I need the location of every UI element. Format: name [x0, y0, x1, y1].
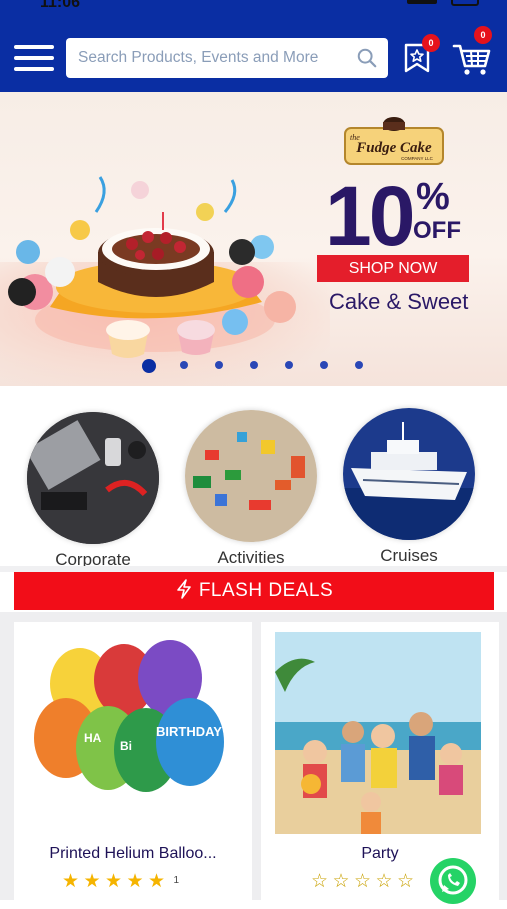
logo-brand-text: Fudge Cake	[355, 140, 432, 156]
wishlist-button[interactable]: 0	[402, 34, 440, 74]
category-cruises[interactable]: Cruises	[341, 408, 477, 566]
carousel-indicator	[142, 359, 372, 373]
whatsapp-button[interactable]	[430, 858, 476, 904]
lightning-icon	[177, 579, 191, 599]
product-grid: BIRTHDAY Bi HA Printed Helium Balloo... …	[0, 612, 507, 900]
category-label: Cruises	[380, 546, 438, 565]
discount-text: 10 % OFF	[325, 174, 461, 258]
product-title: Printed Helium Balloo...	[49, 845, 217, 862]
promo-banner[interactable]: the Fudge Cake COMPANY LLC 10 % OFF SHOP…	[0, 92, 507, 386]
carousel-dot[interactable]	[180, 361, 188, 369]
category-activities[interactable]: Activities	[183, 410, 319, 568]
star-empty-icon: ☆	[397, 871, 415, 892]
cart-button[interactable]: 0	[452, 26, 492, 78]
star-empty-icon: ☆	[354, 871, 372, 892]
cruises-image	[343, 408, 475, 540]
flash-deals-bar[interactable]: FLASH DEALS	[14, 572, 494, 610]
star-filled-icon: ★	[105, 871, 123, 892]
cart-icon	[452, 44, 491, 75]
star-empty-icon: ☆	[311, 871, 329, 892]
category-row: Corporate Activities Cruises	[0, 400, 507, 569]
battery-icon	[451, 0, 479, 6]
search-input[interactable]	[78, 38, 348, 78]
carousel-dot[interactable]	[215, 361, 223, 369]
svg-text:HA: HA	[84, 731, 102, 745]
product-image-party	[275, 632, 481, 834]
category-label: Activities	[217, 548, 285, 567]
status-time: 11:06	[40, 0, 81, 11]
signal-icon	[407, 0, 437, 4]
discount-off: OFF	[413, 217, 461, 244]
shop-now-button[interactable]: SHOP NOW	[317, 255, 469, 282]
product-rating: ☆ ☆ ☆ ☆ ☆	[311, 872, 414, 892]
category-corporate[interactable]: Corporate	[25, 412, 161, 570]
product-card[interactable]: BIRTHDAY Bi HA Printed Helium Balloo... …	[14, 622, 252, 900]
star-empty-icon: ☆	[332, 871, 350, 892]
carousel-dot[interactable]	[285, 361, 293, 369]
discount-number: 10	[325, 169, 415, 263]
star-empty-icon: ☆	[375, 871, 393, 892]
flash-deals-label: FLASH DEALS	[198, 580, 334, 601]
fudge-cake-logo: the Fudge Cake COMPANY LLC	[344, 117, 444, 165]
banner-caption: Cake & Sweet	[329, 289, 469, 314]
carousel-dot[interactable]	[320, 361, 328, 369]
search-icon[interactable]	[356, 47, 378, 69]
search-bar[interactable]	[66, 38, 388, 78]
star-filled-icon: ★	[62, 871, 80, 892]
product-image-balloons: BIRTHDAY Bi HA	[28, 632, 234, 834]
logo-sub-text: COMPANY LLC	[401, 156, 434, 161]
activities-image	[185, 410, 317, 542]
menu-icon[interactable]	[14, 45, 56, 75]
star-filled-icon: ★	[126, 871, 144, 892]
discount-symbol: %	[416, 176, 450, 218]
whatsapp-icon	[438, 865, 468, 895]
svg-text:BIRTHDAY: BIRTHDAY	[156, 724, 222, 739]
carousel-dot[interactable]	[142, 359, 156, 373]
star-filled-icon: ★	[148, 871, 166, 892]
corporate-image	[27, 412, 159, 544]
wishlist-count-badge: 0	[422, 34, 440, 52]
cake-illustration	[8, 176, 296, 358]
carousel-dot[interactable]	[355, 361, 363, 369]
svg-text:Bi: Bi	[120, 739, 132, 753]
star-filled-icon: ★	[83, 871, 101, 892]
status-bar: 11:06	[0, 0, 507, 18]
product-rating: ★ ★ ★ ★ ★ 1	[62, 872, 179, 892]
cart-count-badge: 0	[474, 26, 492, 44]
rating-count: 1	[173, 875, 180, 886]
top-app-bar: 0 0	[0, 18, 507, 92]
carousel-dot[interactable]	[250, 361, 258, 369]
